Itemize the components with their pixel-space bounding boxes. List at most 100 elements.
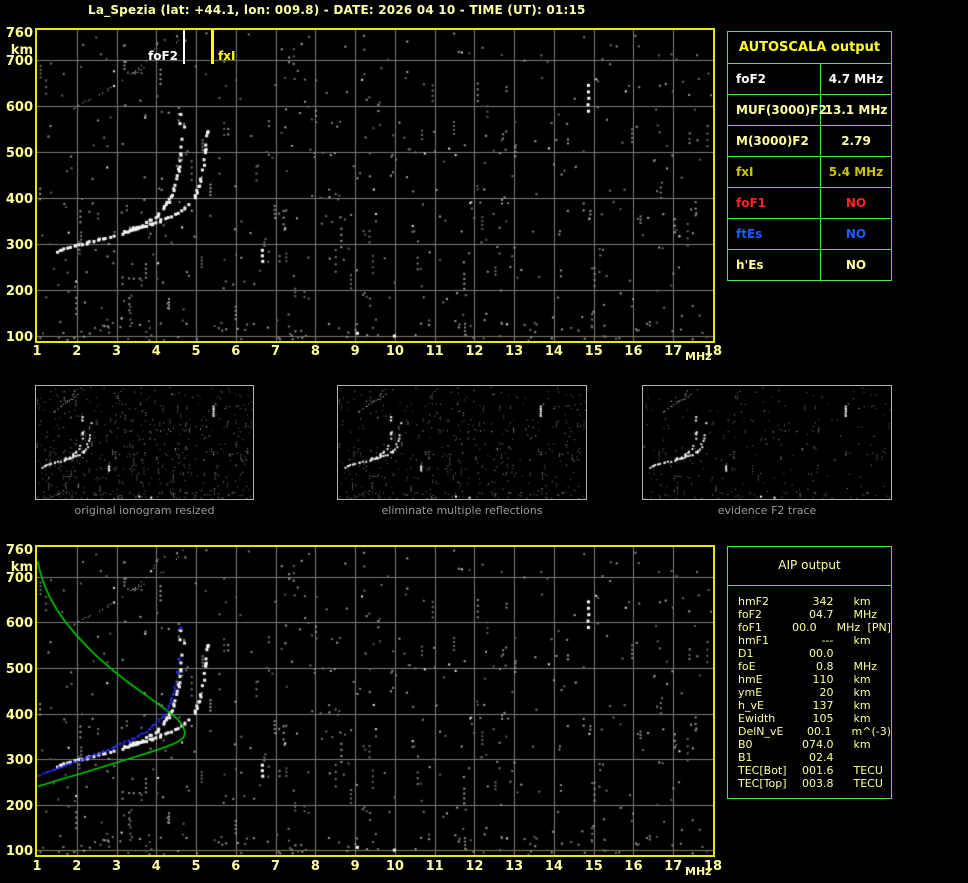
autoscala-table-header: AUTOSCALA output <box>728 32 891 64</box>
param-label: TEC[Top] <box>738 777 787 790</box>
x-tick-label: 7 <box>271 859 281 874</box>
autoscala-output-table: AUTOSCALA output foF2 4.7 MHz MUF(3000)F… <box>727 31 892 281</box>
param-value: 02.4 <box>808 751 834 764</box>
param-value: NO <box>845 227 867 241</box>
param-value: 105 <box>812 712 834 725</box>
x-tick-label: 16 <box>624 859 643 874</box>
aip-output-table: AIP output hmF2 342 km foF2 04.7 MHz foF1 00.… <box>727 546 892 799</box>
x-tick-label: 15 <box>584 344 603 359</box>
param-value: 00.1 <box>807 725 832 738</box>
x-tick-label: 16 <box>624 344 643 359</box>
x-tick-label: 9 <box>350 859 360 874</box>
param-value: 110 <box>812 673 834 686</box>
thumbnail-canvas <box>36 386 253 499</box>
param-value: 074.0 <box>801 738 834 751</box>
thumbnail-caption: eliminate multiple reflections <box>381 504 543 517</box>
table-row: ftEs NO <box>728 219 891 250</box>
x-tick-label: 3 <box>111 859 122 874</box>
param-label: hmF2 <box>738 595 770 608</box>
table-row: B0 074.0 km <box>738 738 891 751</box>
x-tick-label: 1 <box>32 344 42 359</box>
x-tick-label: 10 <box>385 859 404 874</box>
table-row: foF1 00.0 MHz [PN] <box>738 621 891 634</box>
param-unit: km <box>853 699 871 712</box>
param-unit: km <box>853 634 871 647</box>
param-unit: MHz <box>853 608 878 621</box>
param-value: 4.7 MHz <box>828 72 884 86</box>
x-tick-label: 14 <box>544 859 563 874</box>
thumbnail-original-ionogram <box>35 385 254 500</box>
param-unit: m^(-3) <box>851 725 891 738</box>
y-tick-label: 760 <box>5 543 33 559</box>
table-row: B1 02.4 <box>738 751 891 764</box>
table-row: ymE 20 km <box>738 686 891 699</box>
param-label: B0 <box>738 738 753 751</box>
param-label: ymE <box>738 686 763 699</box>
param-label: foE <box>738 660 756 673</box>
y-axis-unit-label: km <box>10 560 33 575</box>
param-extra: [PN] <box>867 621 891 634</box>
param-label: B1 <box>738 751 753 764</box>
x-tick-label: 12 <box>465 344 484 359</box>
y-tick-label: 200 <box>5 798 33 814</box>
param-value: 001.6 <box>801 764 834 777</box>
y-tick-label: 400 <box>5 192 33 208</box>
x-tick-label: 10 <box>385 344 404 359</box>
x-axis-unit-label: MHz <box>685 350 712 363</box>
thumbnail-evidence-f2 <box>642 385 892 500</box>
param-unit: TECU <box>853 777 883 790</box>
y-tick-label: 100 <box>5 330 33 346</box>
y-tick-label: 400 <box>5 707 33 723</box>
table-row: hmF2 342 km <box>738 595 891 608</box>
fof2-marker-line <box>183 30 185 64</box>
x-tick-label: 11 <box>425 859 444 874</box>
x-tick-label: 6 <box>231 859 241 874</box>
param-value: --- <box>821 634 834 647</box>
param-label: foF1 <box>738 621 762 634</box>
table-row: h'Es NO <box>728 250 891 280</box>
x-tick-label: 2 <box>72 859 82 874</box>
param-unit: km <box>853 673 871 686</box>
table-row: TEC[Bot] 001.6 TECU <box>738 764 891 777</box>
table-row: hmF1 --- km <box>738 634 891 647</box>
y-tick-label: 600 <box>5 616 33 632</box>
y-tick-label: 500 <box>5 661 33 677</box>
param-value: 0.8 <box>815 660 834 673</box>
param-value: NO <box>845 258 867 272</box>
thumbnail-canvas <box>643 386 891 499</box>
param-unit: km <box>853 738 871 751</box>
param-unit: MHz <box>853 660 878 673</box>
page-title: La_Spezia (lat: +44.1, lon: 009.8) - DAT… <box>88 3 586 17</box>
param-label: M(3000)F2 <box>728 126 821 156</box>
x-tick-label: 12 <box>465 859 484 874</box>
param-value: 04.7 <box>808 608 834 621</box>
table-row: D1 00.0 <box>738 647 891 660</box>
param-label: foF2 <box>728 64 821 94</box>
table-row: foE 0.8 MHz <box>738 660 891 673</box>
param-unit: km <box>853 595 871 608</box>
param-label: h_vE <box>738 699 764 712</box>
param-unit: TECU <box>853 764 883 777</box>
param-value: 137 <box>812 699 834 712</box>
param-value: 342 <box>812 595 834 608</box>
param-value: 00.0 <box>808 647 834 660</box>
param-label: fxI <box>728 157 821 187</box>
x-tick-label: 14 <box>544 344 563 359</box>
x-tick-label: 2 <box>72 344 82 359</box>
param-value: 003.8 <box>801 777 834 790</box>
param-unit: MHz <box>836 621 861 634</box>
param-label: DelN_vE <box>738 725 784 738</box>
table-row: TEC[Top] 003.8 TECU <box>738 777 891 790</box>
param-label: hmE <box>738 673 763 686</box>
param-label: foF1 <box>728 188 821 218</box>
y-tick-label: 500 <box>5 146 33 162</box>
param-unit: km <box>853 686 871 699</box>
table-row: h_vE 137 km <box>738 699 891 712</box>
table-row: M(3000)F2 2.79 <box>728 126 891 157</box>
fxi-marker-label: fxI <box>218 49 236 63</box>
thumbnail-canvas <box>338 386 586 499</box>
param-unit <box>853 751 891 764</box>
table-row: fxI 5.4 MHz <box>728 157 891 188</box>
fxi-marker-line <box>211 30 214 64</box>
param-value: NO <box>845 196 867 210</box>
